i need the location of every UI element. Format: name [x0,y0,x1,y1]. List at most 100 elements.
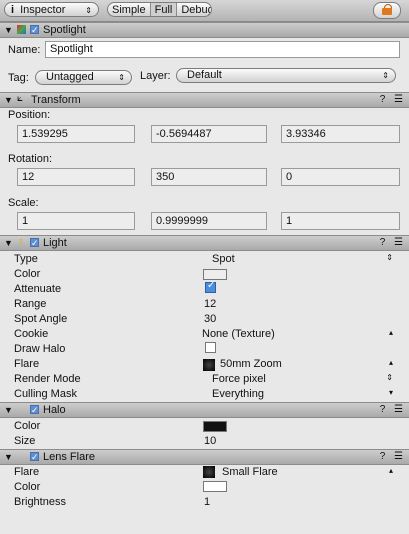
light-type-value[interactable]: Spot [212,253,235,265]
object-picker-icon[interactable]: ▴ [389,358,393,367]
light-bulb-icon: ♁ [17,236,25,247]
halo-color-label: Color [14,420,41,432]
halo-size-value[interactable]: 10 [204,435,216,447]
flare-asset-icon [203,359,215,371]
dropdown-arrows-icon: ⇕ [118,73,125,82]
tag-value: Untagged [46,71,94,83]
spot-angle-label: Spot Angle [14,313,68,325]
halo-color-swatch[interactable] [203,421,227,432]
dropdown-arrows-icon[interactable]: ⇕ [386,253,393,262]
scale-label: Scale: [8,197,39,209]
halo-size-label: Size [14,435,36,447]
lens-flare-asset-label: Flare [14,466,40,478]
range-label: Range [14,298,47,310]
draw-halo-label: Draw Halo [14,343,66,355]
collapse-triangle-icon[interactable]: ▼ [4,450,13,464]
info-icon: i [11,4,15,16]
mode-full-button[interactable]: Full [150,3,178,16]
light-color-label: Color [14,268,41,280]
draw-halo-checkbox[interactable] [205,342,216,353]
settings-icon[interactable]: ☰ [394,94,403,105]
attenuate-label: Attenuate [14,283,62,295]
tag-dropdown[interactable]: Untagged ⇕ [35,70,132,85]
position-x-field[interactable]: 1.539295 [17,125,135,143]
mode-simple-button[interactable]: Simple [108,3,151,16]
light-header[interactable]: ▼ ♁ Light ? ☰ [0,235,409,251]
scale-x-field[interactable]: 1 [17,212,135,230]
tag-label: Tag: [8,72,29,84]
rotation-label: Rotation: [8,153,53,165]
gameobject-cube-icon [17,25,26,34]
lens-flare-asset-value[interactable]: Small Flare [222,466,278,478]
cookie-value[interactable]: None (Texture) [202,328,275,340]
object-picker-icon[interactable]: ▴ [389,328,393,337]
lock-icon-body [382,8,392,15]
dropdown-arrows-icon[interactable]: ⇕ [386,373,393,382]
collapse-triangle-icon[interactable]: ▼ [4,403,13,417]
lens-flare-color-swatch[interactable] [203,481,227,492]
layer-label: Layer: [140,70,171,82]
halo-title: Halo [43,404,66,416]
mode-segmented-control: Simple Full Debug [107,2,212,17]
help-icon[interactable]: ? [380,404,386,415]
flare-label: Flare [14,358,40,370]
help-icon[interactable]: ? [380,94,386,105]
object-active-checkbox[interactable] [30,23,39,37]
lens-flare-header[interactable]: ▼ Lens Flare ? ☰ [0,449,409,465]
settings-icon[interactable]: ☰ [394,404,403,415]
position-z-field[interactable]: 3.93346 [281,125,400,143]
halo-header[interactable]: ▼ Halo ? ☰ [0,402,409,418]
name-field[interactable]: Spotlight [45,41,400,58]
lens-flare-title: Lens Flare [43,451,95,463]
scale-y-field[interactable]: 0.9999999 [151,212,267,230]
flare-asset-icon [203,466,215,478]
attenuate-checkbox[interactable] [205,280,216,293]
transform-axes-icon: ⟀ [17,93,23,104]
scale-z-field[interactable]: 1 [281,212,400,230]
transform-title: Transform [31,94,81,106]
inspector-toolbar: i Inspector ⇕ Simple Full Debug [0,0,409,22]
halo-enabled-checkbox[interactable] [30,403,39,417]
settings-icon[interactable]: ☰ [394,451,403,462]
light-color-swatch[interactable] [203,269,227,280]
brightness-value[interactable]: 1 [204,496,210,508]
range-value[interactable]: 12 [204,298,216,310]
object-picker-icon[interactable]: ▴ [389,466,393,475]
light-title: Light [43,237,67,249]
light-enabled-checkbox[interactable] [30,236,39,250]
settings-icon[interactable]: ☰ [394,237,403,248]
collapse-triangle-icon[interactable]: ▼ [4,23,13,37]
dropdown-arrows-icon: ⇕ [382,71,389,80]
object-title: Spotlight [43,24,86,36]
culling-mask-value[interactable]: Everything [212,388,264,400]
inspector-label: Inspector [20,4,66,16]
rotation-x-field[interactable]: 12 [17,168,135,186]
transform-header[interactable]: ▼ ⟀ Transform ? ☰ [0,92,409,108]
position-label: Position: [8,109,51,121]
lens-flare-color-label: Color [14,481,41,493]
lens-flare-enabled-checkbox[interactable] [30,450,39,464]
inspector-dropdown[interactable]: i Inspector ⇕ [4,2,99,17]
light-type-label: Type [14,253,38,265]
mode-debug-button[interactable]: Debug [177,3,211,16]
help-icon[interactable]: ? [380,237,386,248]
position-y-field[interactable]: -0.5694487 [151,125,267,143]
component-actions: ? ☰ [374,403,403,417]
component-actions: ? ☰ [374,236,403,250]
render-mode-value[interactable]: Force pixel [212,373,266,385]
rotation-z-field[interactable]: 0 [281,168,400,186]
collapse-triangle-icon[interactable]: ▼ [4,93,13,107]
layer-dropdown[interactable]: Default ⇕ [176,68,396,83]
help-icon[interactable]: ? [380,451,386,462]
lock-button[interactable] [373,2,401,19]
dropdown-arrow-icon[interactable]: ▾ [389,388,393,397]
collapse-triangle-icon[interactable]: ▼ [4,236,13,250]
component-actions: ? ☰ [374,450,403,464]
spot-angle-value[interactable]: 30 [204,313,216,325]
culling-mask-label: Culling Mask [14,388,77,400]
component-actions: ? ☰ [374,93,403,107]
flare-value[interactable]: 50mm Zoom [220,358,282,370]
rotation-y-field[interactable]: 350 [151,168,267,186]
object-header[interactable]: ▼ Spotlight [0,22,409,38]
dropdown-arrows-icon: ⇕ [85,6,92,15]
